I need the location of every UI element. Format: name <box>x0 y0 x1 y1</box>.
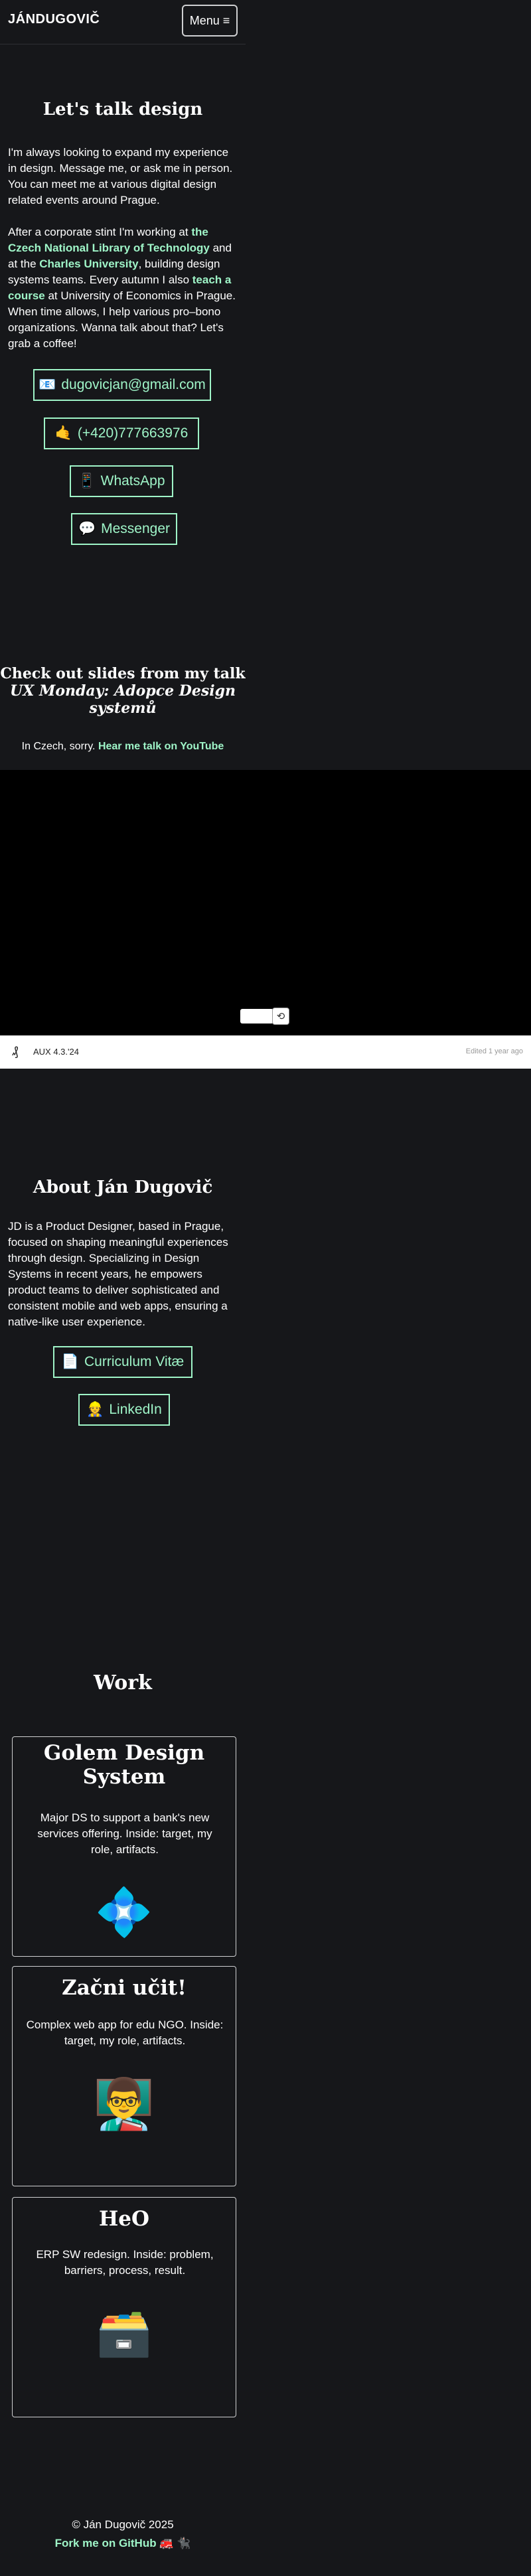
site-logo[interactable]: JÁNDUGOVIČ <box>8 12 100 27</box>
contact-intro: I'm always looking to expand my experien… <box>0 145 246 208</box>
worker-icon: 👷 <box>86 1402 104 1417</box>
contact-paragraph: After a corporate stint I'm working at t… <box>0 224 246 352</box>
work-card-description: Complex web app for edu NGO. Inside: tar… <box>26 2018 224 2047</box>
slides-title-line1: Check out slides from my talk <box>0 665 246 682</box>
contact-intro-text: I'm always looking to expand my experien… <box>8 146 233 206</box>
slides-embed-bar: ₰ AUX 4.3.'24 Edited 1 year ago <box>0 1035 531 1069</box>
work-card-description: Major DS to support a bank's new service… <box>37 1811 212 1856</box>
contact-paragraph-text: After a corporate stint I'm working at t… <box>0 224 246 352</box>
embed-logo-icon: ₰ <box>12 1045 19 1058</box>
contact-title: Let's talk design <box>42 100 203 119</box>
whatsapp-button-label: WhatsApp <box>100 473 165 489</box>
work-card-title: Golem Design System <box>43 1741 205 1789</box>
slides-note: In Czech, sorry. Hear me talk on YouTube <box>0 741 246 753</box>
slides-title-line2: UX Monday: Adopce Design systemů <box>10 682 236 717</box>
link-charles-university[interactable]: Charles University <box>39 258 138 270</box>
email-button-label: dugovicjan@gmail.com <box>61 377 206 392</box>
diamond-icon: 💠 <box>95 1886 153 1938</box>
embed-title[interactable]: AUX 4.3.'24 <box>33 1047 79 1057</box>
messenger-button[interactable]: 💬 Messenger <box>71 513 177 545</box>
slides-navigation-control[interactable] <box>240 1009 273 1023</box>
menu-button[interactable]: Menu ≡ <box>182 5 238 37</box>
phone-button-label: (+420)777663976 <box>77 425 189 441</box>
file-cabinet-icon: 🗃️ <box>96 2308 153 2358</box>
call-me-hand-icon: 🤙 <box>54 425 72 441</box>
about-text-paragraph: JD is a Product Designer, based in Pragu… <box>8 1220 228 1328</box>
footer-copyright: © Ján Dugovič 2025 <box>0 2518 246 2532</box>
about-text: JD is a Product Designer, based in Pragu… <box>0 1219 246 1330</box>
about-title: About Ján Dugovič <box>33 1177 213 1197</box>
work-card-golem[interactable]: Golem Design System Major DS to support … <box>12 1736 236 1957</box>
phone-button[interactable]: 🤙 (+420)777663976 <box>44 417 199 449</box>
fire-engine-cat-icon: 🚒 🐈‍⬛ <box>159 2537 191 2549</box>
work-section: Work <box>0 1671 246 1695</box>
contact-section: Let's talk design <box>0 100 246 119</box>
speech-bubble-icon: 💬 <box>78 521 96 536</box>
footer-github: Fork me on GitHub 🚒 🐈‍⬛ <box>0 2537 246 2550</box>
slides-note-text: In Czech, sorry. <box>21 741 98 752</box>
copyright-text: © Ján Dugovič 2025 <box>72 2518 174 2531</box>
mobile-phone-icon: 📱 <box>78 473 96 489</box>
replay-icon[interactable]: ⟲ <box>272 1008 289 1025</box>
whatsapp-button[interactable]: 📱 WhatsApp <box>70 465 173 497</box>
embed-meta: Edited 1 year ago <box>465 1047 523 1055</box>
work-card-title: HeO <box>98 2207 150 2231</box>
slides-section: Check out slides from my talk UX Monday:… <box>0 665 246 717</box>
cv-button-label: Curriculum Vitæ <box>84 1354 185 1369</box>
about-section: About Ján Dugovič <box>0 1177 246 1197</box>
text-segment: After a corporate stint I'm working at <box>8 226 192 238</box>
github-fork-link[interactable]: Fork me on GitHub <box>55 2537 157 2549</box>
work-card-title: Začni učit! <box>62 1976 187 2000</box>
cv-button[interactable]: 📄 Curriculum Vitæ <box>53 1346 192 1378</box>
envelope-icon: 📧 <box>38 377 56 392</box>
document-icon: 📄 <box>61 1354 79 1369</box>
slides-embed-frame[interactable] <box>0 770 531 1035</box>
linkedin-button-label: LinkedIn <box>109 1402 162 1417</box>
messenger-button-label: Messenger <box>101 521 171 536</box>
teacher-icon: 👨‍🏫 <box>93 2076 155 2131</box>
linkedin-button[interactable]: 👷 LinkedIn <box>78 1394 170 1426</box>
youtube-talk-link[interactable]: Hear me talk on YouTube <box>98 741 224 752</box>
site-header: JÁNDUGOVIČ Menu ≡ <box>0 0 246 44</box>
work-card-zacni-ucit[interactable]: Začni učit! Complex web app for edu NGO.… <box>12 1966 236 2186</box>
work-card-heo[interactable]: HeO ERP SW redesign. Inside: problem, ba… <box>12 2197 236 2417</box>
work-card-description: ERP SW redesign. Inside: problem, barrie… <box>36 2248 214 2277</box>
work-title: Work <box>94 1671 152 1695</box>
email-button[interactable]: 📧 dugovicjan@gmail.com <box>33 369 211 401</box>
slides-title: Check out slides from my talk UX Monday:… <box>0 665 246 717</box>
